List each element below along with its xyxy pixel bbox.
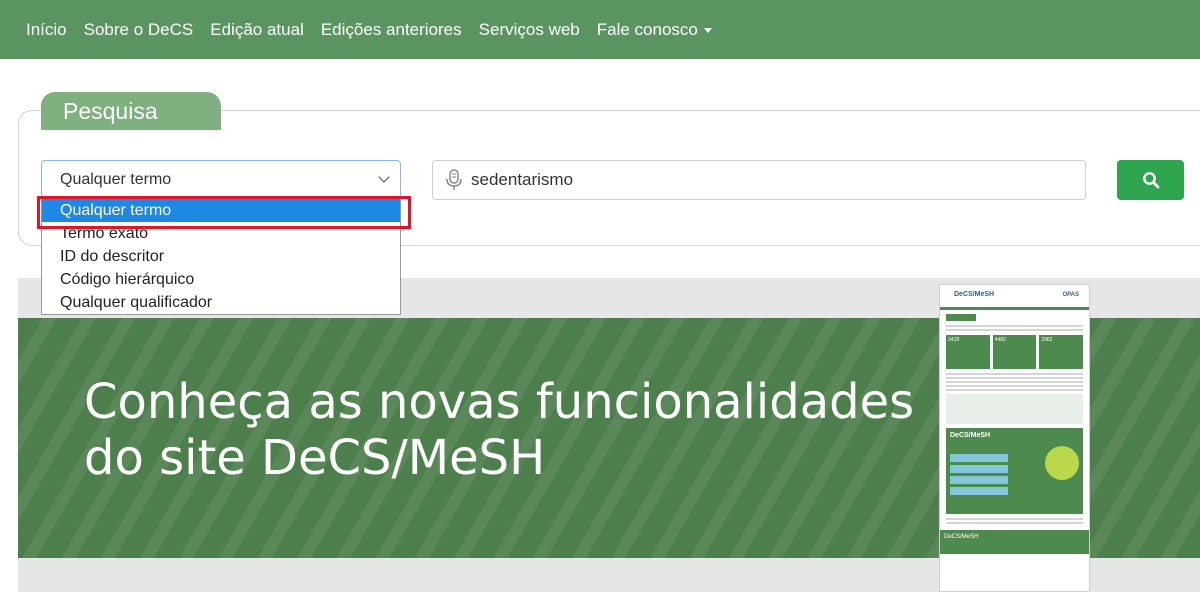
- top-navigation: Início Sobre o DeCS Edição atual Edições…: [0, 0, 1200, 59]
- preview-tab: [946, 314, 976, 321]
- preview-tile: 3418: [946, 335, 990, 369]
- banner-headline: Conheça as novas funcionalidades do site…: [84, 374, 914, 486]
- preview-green-panel: DeCS/MeSH: [946, 428, 1083, 514]
- preview-about-block: [946, 394, 1083, 424]
- caret-down-icon: [703, 27, 712, 33]
- search-query: sedentarismo: [471, 170, 574, 189]
- preview-partner-lines: [940, 518, 1089, 524]
- nav-link-inicio[interactable]: Início: [26, 20, 67, 40]
- search-input[interactable]: sedentarismo: [432, 160, 1086, 200]
- chevron-down-icon: [378, 171, 390, 183]
- site-preview-image: DeCS/MeSH OPAS 3418 4482 2962 DeCS/MeSH …: [939, 284, 1090, 592]
- preview-panel-grid: [950, 454, 1008, 498]
- preview-tree-graphic: [1045, 446, 1079, 480]
- banner-line-2: do site DeCS/MeSH: [84, 430, 546, 486]
- preview-logo: DeCS/MeSH: [954, 291, 995, 298]
- preview-footer: DeCS/MeSH: [940, 530, 1089, 554]
- search-icon: [1142, 172, 1159, 189]
- nav-link-edicao-atual[interactable]: Edição atual: [210, 20, 304, 40]
- nav-link-fale-conosco[interactable]: Fale conosco: [597, 20, 712, 40]
- preview-partner-logo: OPAS: [1062, 292, 1079, 298]
- search-type-value: Qualquer termo: [60, 171, 172, 188]
- option-codigo-hierarquico[interactable]: Código hierárquico: [42, 268, 400, 291]
- nav-link-sobre[interactable]: Sobre o DeCS: [84, 20, 194, 40]
- search-button[interactable]: [1117, 160, 1184, 200]
- search-type-select[interactable]: Qualquer termo: [41, 160, 401, 198]
- preview-text-lines: [940, 373, 1089, 391]
- banner-line-1: Conheça as novas funcionalidades: [84, 374, 915, 430]
- highlight-annotation: [37, 196, 411, 229]
- nav-link-fale-conosco-label: Fale conosco: [596, 19, 698, 39]
- preview-panel-title: DeCS/MeSH: [950, 432, 991, 439]
- option-qualquer-qualificador[interactable]: Qualquer qualificador: [42, 291, 400, 314]
- search-tab: Pesquisa: [41, 92, 221, 130]
- microphone-icon[interactable]: [445, 169, 463, 191]
- nav-link-servicos-web[interactable]: Serviços web: [479, 20, 580, 40]
- preview-header: DeCS/MeSH OPAS: [940, 285, 1089, 310]
- option-id-descritor[interactable]: ID do descritor: [42, 245, 400, 268]
- nav-link-edicoes-anteriores[interactable]: Edições anteriores: [321, 20, 462, 40]
- preview-tile: 2962: [1039, 335, 1084, 369]
- preview-search-lines: [940, 325, 1089, 331]
- preview-tiles: 3418 4482 2962: [946, 335, 1084, 369]
- preview-tile: 4482: [992, 335, 1037, 369]
